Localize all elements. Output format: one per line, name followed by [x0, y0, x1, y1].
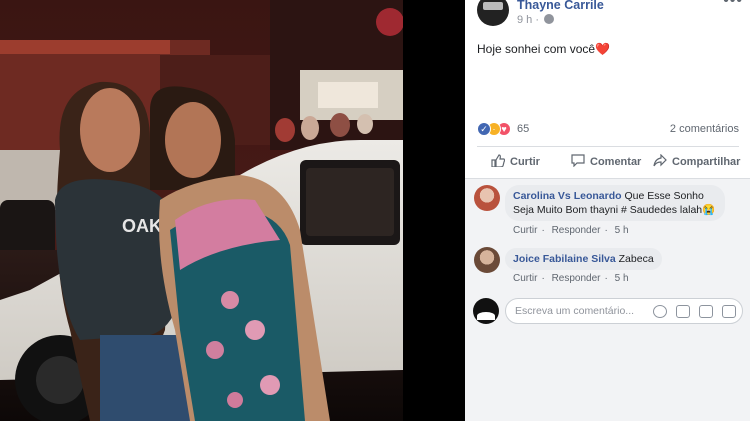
comment-like-link[interactable]: Curtir: [513, 225, 537, 236]
author-avatar[interactable]: [477, 0, 509, 26]
separator-dot: ·: [535, 14, 540, 26]
gif-icon[interactable]: [699, 305, 713, 318]
thumbs-up-icon: [491, 154, 505, 167]
comment-actions: Curtir · Responder · 5 h: [513, 225, 629, 236]
commenter-name[interactable]: Joice Fabilaine Silva: [513, 253, 616, 265]
photo-illustration: OAKL: [0, 0, 403, 421]
comment-text: Zabeca: [618, 253, 654, 265]
post-actions: Curtir Comentar Compartilhar: [477, 150, 743, 172]
comment-bubble: Joice Fabilaine Silva Zabeca: [505, 248, 662, 270]
commenter-avatar[interactable]: [474, 185, 500, 211]
like-reaction-icon[interactable]: ✓: [477, 122, 491, 136]
emoji-icon[interactable]: [653, 305, 667, 318]
viewer-gutter: [403, 0, 465, 421]
comments-count[interactable]: 2 comentários: [670, 123, 739, 135]
globe-icon[interactable]: [544, 14, 555, 24]
like-button[interactable]: Curtir: [491, 154, 540, 168]
comment-like-link[interactable]: Curtir: [513, 273, 537, 284]
comment-time[interactable]: 5 h: [615, 273, 629, 284]
share-button[interactable]: Compartilhar: [653, 154, 740, 168]
comment-bubble: Carolina Vs Leonardo Que Esse Sonho Seja…: [505, 185, 725, 221]
camera-icon[interactable]: [676, 305, 690, 318]
commenter-avatar[interactable]: [474, 247, 500, 273]
post-text: Hoje sonhei com você: [477, 42, 596, 56]
comment-placeholder: Escreva um comentário...: [515, 305, 635, 317]
comment-time[interactable]: 5 h: [615, 225, 629, 236]
post-header: Thayne Carrile 9 h · •••: [477, 0, 747, 30]
share-label: Compartilhar: [672, 156, 741, 168]
heart-emoji: ❤️: [595, 42, 611, 56]
post-time[interactable]: 9 h: [517, 14, 532, 26]
like-label: Curtir: [510, 156, 540, 168]
post-viewer: OAKL Thayne Carrile 9 h · ••• Hoje sonhe…: [0, 0, 750, 421]
share-icon: [653, 154, 667, 167]
comment-icon: [571, 154, 585, 167]
current-user-avatar: [473, 298, 499, 324]
comment-text: Seja Muito Bom thayni # Saudedes lalah😭: [513, 204, 716, 216]
comment-button[interactable]: Comentar: [571, 154, 641, 168]
comment-reply-link[interactable]: Responder: [552, 273, 601, 284]
reaction-count[interactable]: 65: [517, 123, 529, 135]
author-name[interactable]: Thayne Carrile: [517, 0, 604, 12]
commenter-name[interactable]: Carolina Vs Leonardo: [513, 190, 622, 202]
more-options-icon[interactable]: •••: [723, 0, 743, 10]
divider: [477, 146, 739, 147]
comment-reply-link[interactable]: Responder: [552, 225, 601, 236]
post-meta: 9 h ·: [517, 14, 555, 26]
post-details-panel: Thayne Carrile 9 h · ••• Hoje sonhei com…: [465, 0, 750, 421]
sticker-icon[interactable]: [722, 305, 736, 318]
post-photo[interactable]: OAKL: [0, 0, 403, 421]
comment-actions: Curtir · Responder · 5 h: [513, 273, 629, 284]
reactions-bar: ♥ · ✓ 65 2 comentários: [477, 122, 739, 138]
post-message: Hoje sonhei com você❤️: [477, 42, 610, 56]
comment-input[interactable]: Escreva um comentário...: [505, 298, 743, 324]
comment-label: Comentar: [590, 156, 642, 168]
comment-composer: Escreva um comentário...: [465, 292, 750, 332]
comment-text: Que Esse Sonho: [624, 190, 704, 202]
